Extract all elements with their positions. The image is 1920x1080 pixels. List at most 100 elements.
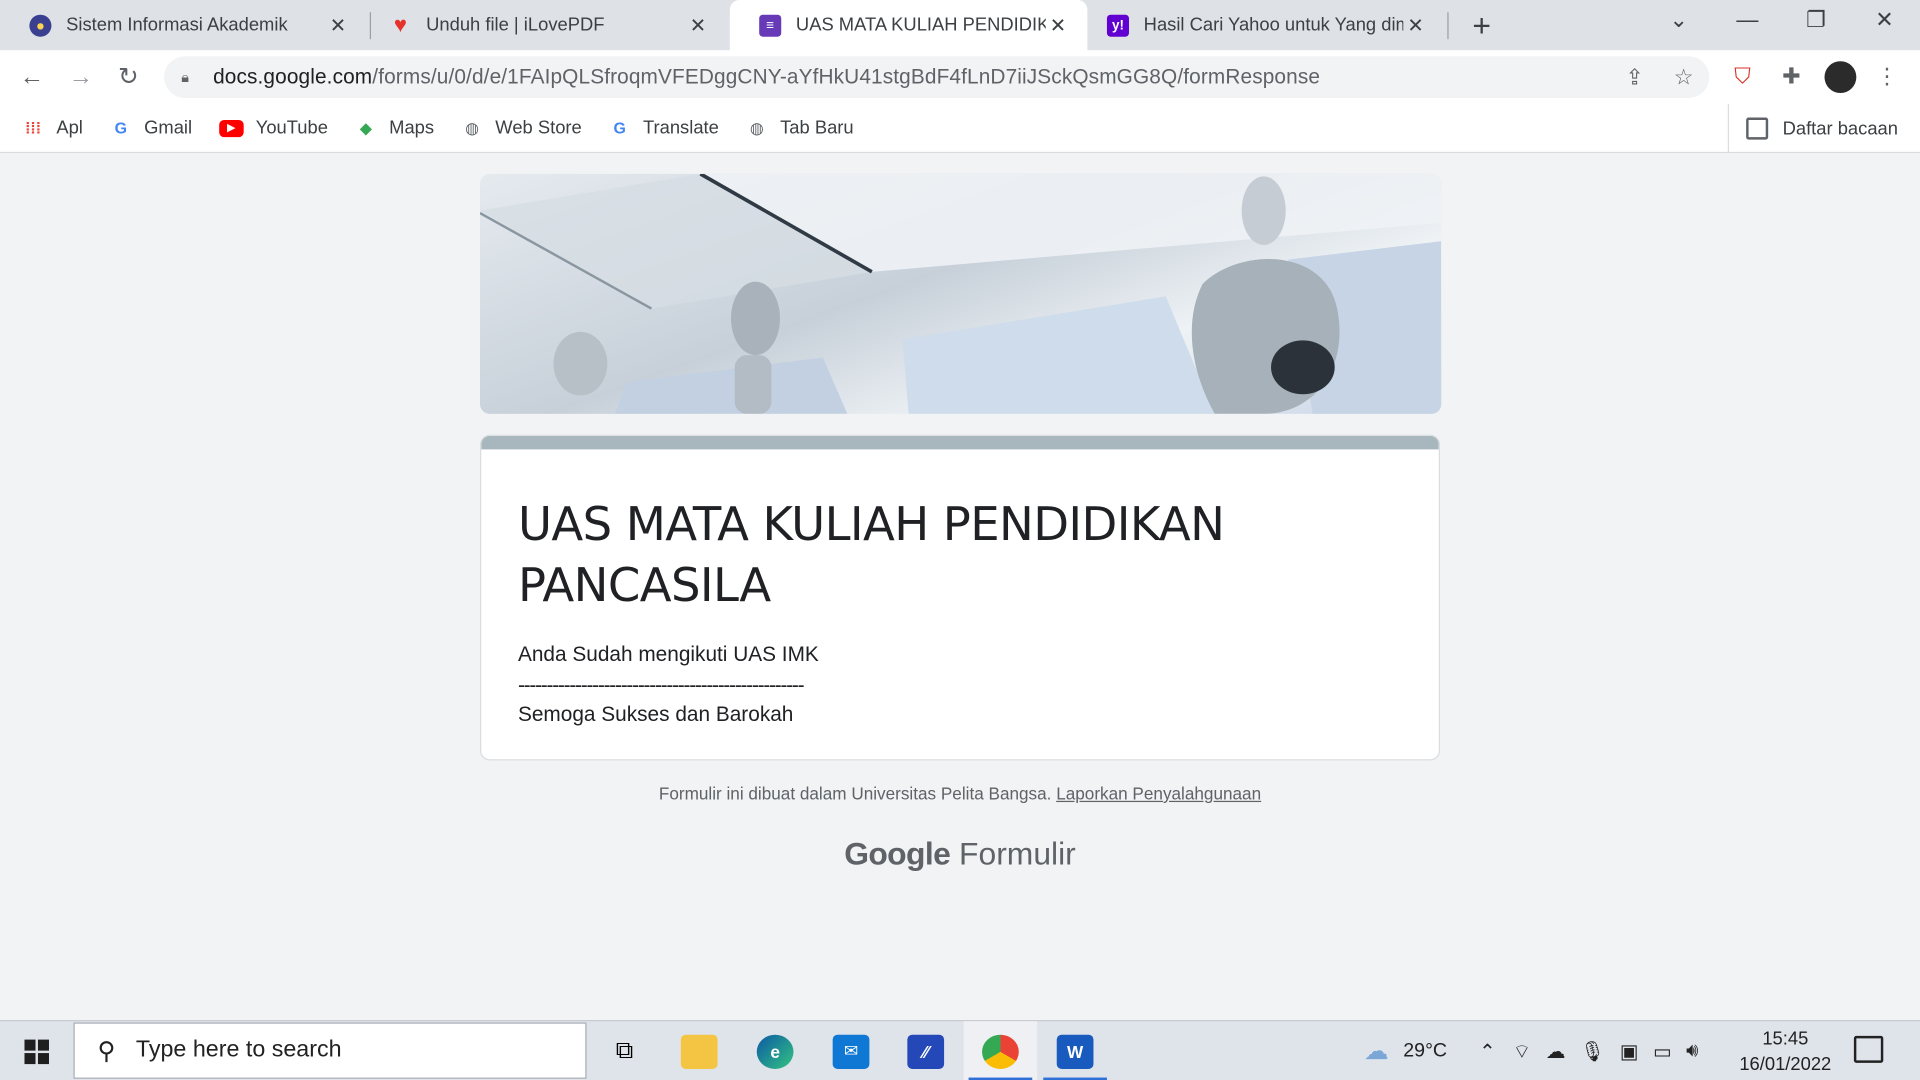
bookmark-gmail[interactable]: G Gmail (110, 117, 192, 139)
google-g-icon: G (114, 118, 128, 138)
search-icon: ⚲ (97, 1037, 116, 1065)
tab-yahoo-search[interactable]: y! Hasil Cari Yahoo untuk Yang dima ✕ (1078, 0, 1445, 50)
weather-temperature: 29°C (1403, 1040, 1448, 1062)
yahoo-icon: y! (1106, 14, 1129, 37)
tab-sistem-informasi-akademik[interactable]: ● Sistem Informasi Akademik ✕ (0, 0, 367, 50)
reload-icon: ↻ (118, 63, 139, 91)
tab-uas-form[interactable]: ≡ UAS MATA KULIAH PENDIDIKAN ✕ (729, 0, 1088, 51)
taskbar-clock[interactable]: 15:45 16/01/2022 (1727, 1026, 1845, 1077)
bookmark-label: Maps (389, 117, 435, 139)
report-abuse-link[interactable]: Laporkan Penyalahgunaan (1056, 784, 1261, 804)
volume-icon[interactable]: 🔊︎ (1686, 1040, 1698, 1062)
windows-logo-icon (24, 1038, 49, 1064)
close-icon[interactable]: ✕ (686, 13, 710, 37)
arrow-right-icon: → (68, 63, 94, 91)
bookmark-web-store[interactable]: ◍ Web Store (461, 117, 582, 139)
tab-title: Unduh file | iLovePDF (426, 14, 605, 36)
back-button[interactable]: ← (17, 62, 46, 91)
globe-icon: ◍ (749, 118, 764, 137)
form-description-card: UAS MATA KULIAH PENDIDIKAN PANCASILA And… (480, 434, 1441, 761)
form-title: UAS MATA KULIAH PENDIDIKAN PANCASILA (517, 497, 1225, 613)
reading-list-label: Daftar bacaan (1782, 118, 1898, 139)
reading-list-button[interactable]: Daftar bacaan (1727, 104, 1898, 154)
address-bar[interactable]: 🔒︎ docs.google.com/forms/u/0/d/e/1FAIpQL… (164, 56, 1710, 98)
bookmark-youtube[interactable]: ▶ YouTube (219, 117, 328, 139)
folder-icon (680, 1034, 718, 1069)
form-header-image (480, 173, 1442, 414)
form-accent-bar (481, 435, 1439, 450)
taskbar-search-box[interactable]: ⚲ Type here to search (73, 1022, 587, 1079)
bookmark-label: Translate (642, 117, 719, 139)
share-icon[interactable]: ⇪ (1621, 65, 1648, 91)
weather-widget[interactable]: ☁ 29°C (1364, 1021, 1447, 1080)
tab-title: UAS MATA KULIAH PENDIDIKAN (795, 14, 1046, 36)
star-bookmark-icon[interactable]: ☆ (1670, 65, 1697, 91)
description-line: Anda Sudah mengikuti UAS IMK (517, 642, 819, 667)
bookmark-label: Web Store (495, 117, 582, 139)
forward-button[interactable]: → (66, 62, 95, 91)
lock-icon: 🔒︎ (181, 68, 190, 86)
google-forms-logo[interactable]: Google Formulir (0, 835, 1920, 873)
new-tab-button[interactable]: + (1465, 7, 1499, 45)
reading-list-icon (1745, 117, 1768, 140)
close-icon[interactable]: ✕ (1046, 13, 1070, 37)
notification-center-icon[interactable] (1853, 1035, 1884, 1063)
url-path: /forms/u/0/d/e/1FAIpQLSfroqmVFEDggCNY-aY… (372, 64, 1321, 89)
minimize-button[interactable]: — (1723, 7, 1772, 33)
taskbar-word[interactable]: W (1038, 1021, 1111, 1080)
google-forms-icon: ≡ (759, 14, 782, 37)
page-content: UAS MATA KULIAH PENDIDIKAN PANCASILA And… (0, 154, 1920, 1021)
bookmark-translate[interactable]: G Translate (609, 117, 719, 139)
tab-title: Sistem Informasi Akademik (66, 14, 288, 36)
maps-icon: ◆ (359, 118, 373, 137)
taskbar-app-blue[interactable]: ⁄⁄ (889, 1021, 962, 1080)
clock-time: 15:45 (1762, 1028, 1809, 1050)
start-button[interactable] (0, 1021, 73, 1080)
tab-search-button[interactable]: ⌄ (1654, 7, 1703, 33)
bookmark-apl[interactable]: ⁞⁞⁞ Apl (22, 117, 83, 139)
taskbar-chrome[interactable] (963, 1021, 1038, 1080)
microphone-icon[interactable]: 🎙︎ (1580, 1039, 1605, 1063)
battery-icon[interactable]: ▭ (1653, 1039, 1672, 1063)
bookmark-tab-baru[interactable]: ◍ Tab Baru (746, 117, 854, 139)
tab-title: Hasil Cari Yahoo untuk Yang dima (1143, 14, 1404, 36)
chevron-up-icon[interactable]: ⌃ (1479, 1039, 1495, 1063)
tab-strip: ● Sistem Informasi Akademik ✕ ♥ Unduh fi… (0, 0, 1920, 51)
chrome-icon (982, 1034, 1019, 1069)
close-icon[interactable]: ✕ (1403, 13, 1427, 37)
close-icon[interactable]: ✕ (326, 13, 350, 37)
wifi-icon[interactable]: ⌔ (1513, 1039, 1531, 1063)
bookmark-label: YouTube (255, 117, 328, 139)
bookmark-label: Gmail (144, 117, 193, 139)
bookmark-label: Tab Baru (780, 117, 854, 139)
description-divider: ----------------------------------------… (517, 672, 805, 697)
taskbar-edge[interactable]: e (738, 1021, 811, 1080)
menu-kebab-icon[interactable]: ⋮ (1873, 64, 1900, 91)
search-placeholder: Type here to search (135, 1037, 342, 1063)
forms-wordmark: Formulir (959, 835, 1076, 872)
globe-icon: ◍ (465, 118, 479, 137)
restore-button[interactable]: ❐ (1791, 7, 1840, 33)
pocket-extension-icon[interactable]: ⛉ (1729, 64, 1756, 91)
bookmark-maps[interactable]: ◆ Maps (355, 117, 434, 139)
display-icon[interactable]: ▣ (1620, 1039, 1639, 1063)
windows-taskbar: ⚲ Type here to search ⧉ e ✉ ⁄⁄ W ☁ 29°C (0, 1020, 1920, 1080)
description-line: Semoga Sukses dan Barokah (517, 702, 794, 727)
close-window-button[interactable]: ✕ (1860, 7, 1909, 33)
tab-separator (1447, 12, 1449, 40)
profile-avatar[interactable] (1824, 61, 1857, 94)
word-icon: W (1056, 1034, 1094, 1069)
onedrive-error-icon[interactable]: ☁ (1546, 1039, 1566, 1063)
extensions-puzzle-icon[interactable]: ✚ (1778, 64, 1805, 91)
footer-note-text: Formulir ini dibuat dalam Universitas Pe… (658, 783, 1052, 804)
tab-ilovepdf[interactable]: ♥ Unduh file | iLovePDF ✕ (360, 0, 727, 50)
taskbar-mail[interactable]: ✉ (814, 1021, 887, 1080)
edge-icon: e (756, 1034, 794, 1069)
task-view-icon: ⧉ (615, 1037, 634, 1065)
taskbar-file-explorer[interactable] (662, 1021, 735, 1080)
task-view-button[interactable]: ⧉ (588, 1021, 661, 1080)
url-domain: docs.google.com (213, 64, 373, 89)
arrow-left-icon: ← (19, 63, 45, 91)
bookmarks-bar: ⁞⁞⁞ Apl G Gmail ▶ YouTube ◆ Maps ◍ Web S… (0, 104, 1920, 154)
reload-button[interactable]: ↻ (114, 62, 143, 91)
